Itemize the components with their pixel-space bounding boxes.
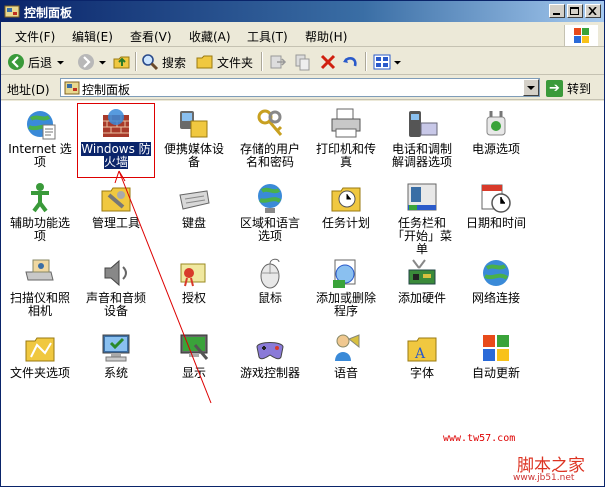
- views-grid-icon: [373, 54, 391, 70]
- move-to-icon: [270, 55, 287, 69]
- control-panel-icon: [4, 4, 20, 19]
- window-title: 控制面板: [24, 6, 73, 20]
- menu-file[interactable]: 文件(F): [15, 28, 55, 45]
- control-panel-items: Internet 选项 Windows 防火墙 便携媒体设备 存储的用户名和密码 打印机…: [1, 101, 604, 486]
- title-bar[interactable]: 控制面板: [1, 1, 604, 22]
- search-icon: [142, 54, 159, 71]
- toolbar-separator: [135, 52, 137, 71]
- delete-button[interactable]: [319, 52, 337, 72]
- chevron-down-icon: [99, 60, 106, 64]
- control-panel-icon: [64, 81, 80, 98]
- menu-edit[interactable]: 编辑(E): [72, 28, 113, 45]
- search-button[interactable]: 搜索: [141, 52, 186, 72]
- chevron-down-icon: [57, 60, 65, 64]
- forward-button[interactable]: [77, 52, 107, 72]
- move-to-button[interactable]: [269, 52, 287, 72]
- address-label: 地址(D): [7, 83, 50, 97]
- folder-up-icon: [113, 56, 130, 69]
- chevron-down-icon: [527, 86, 535, 90]
- go-arrow-icon: ➔: [546, 79, 563, 97]
- views-button[interactable]: [373, 52, 402, 72]
- maximize-button[interactable]: [567, 4, 583, 18]
- control-panel-window: 控制面板 文件(F) 编辑(E) 查看(V) 收藏(A) 工具(T) 帮助(H)…: [0, 0, 605, 487]
- toolbar: 后退 搜索 文件夹: [1, 48, 604, 75]
- close-button[interactable]: [585, 4, 601, 18]
- menu-bar: 文件(F) 编辑(E) 查看(V) 收藏(A) 工具(T) 帮助(H): [1, 23, 604, 47]
- address-dropdown-button[interactable]: [523, 79, 539, 96]
- toolbar-separator: [365, 52, 367, 71]
- minimize-button[interactable]: [549, 4, 565, 18]
- menu-view[interactable]: 查看(V): [130, 28, 172, 45]
- folder-icon: [196, 55, 213, 69]
- delete-x-icon: [320, 54, 336, 70]
- watermark-url: www.jb51.net: [513, 473, 575, 483]
- menu-tools[interactable]: 工具(T): [247, 28, 288, 45]
- address-bar: 地址(D) 控制面板 ➔ 转到: [1, 76, 604, 100]
- folders-button[interactable]: 文件夹: [196, 52, 253, 72]
- forward-arrow-icon: [78, 54, 94, 70]
- undo-icon: [343, 56, 357, 67]
- go-button[interactable]: ➔ 转到: [546, 78, 591, 98]
- watermark-site: www.tw57.com: [443, 433, 516, 444]
- toolbar-separator: [261, 52, 263, 71]
- chevron-down-icon: [394, 60, 401, 64]
- copy-to-button[interactable]: [294, 52, 312, 72]
- annotation-arrow: [114, 170, 212, 404]
- windows-logo-icon: [564, 25, 598, 46]
- address-value: 控制面板: [82, 83, 131, 97]
- address-input[interactable]: 控制面板: [60, 78, 540, 97]
- back-arrow-icon: [8, 54, 24, 70]
- menu-favorites[interactable]: 收藏(A): [189, 28, 231, 45]
- back-button[interactable]: 后退: [7, 52, 65, 72]
- copy-to-icon: [295, 54, 310, 71]
- up-folder-button[interactable]: [113, 52, 131, 72]
- undo-button[interactable]: [341, 52, 359, 72]
- menu-help[interactable]: 帮助(H): [305, 28, 347, 45]
